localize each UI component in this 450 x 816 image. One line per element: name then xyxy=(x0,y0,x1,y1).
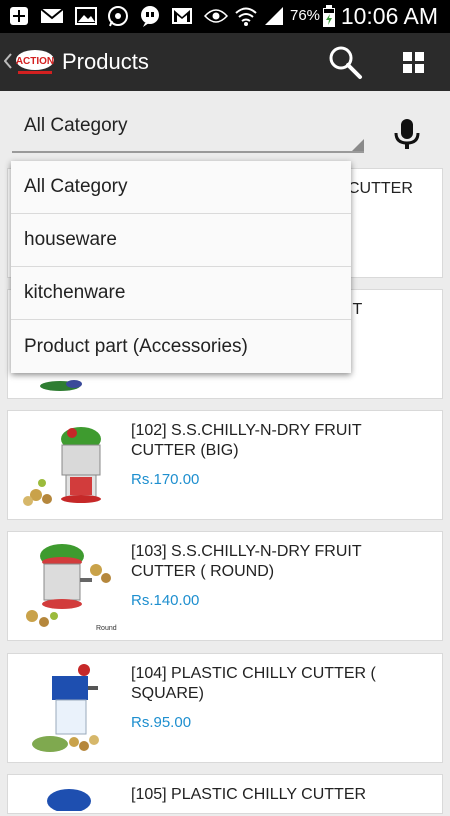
dropdown-arrow-icon xyxy=(352,139,364,151)
svg-text:ACTION: ACTION xyxy=(16,56,54,67)
chat-icon xyxy=(138,6,162,27)
mic-icon[interactable] xyxy=(390,117,424,156)
dropdown-option[interactable]: Product part (Accessories) xyxy=(11,320,351,373)
product-name: [102] S.S.CHILLY-N-DRY FRUIT CUTTER (BIG… xyxy=(131,422,362,459)
image-icon xyxy=(74,6,98,26)
product-price: Rs.170.00 xyxy=(131,471,200,488)
product-name: [103] S.S.CHILLY-N-DRY FRUIT CUTTER ( RO… xyxy=(131,543,362,580)
product-card[interactable]: [102] S.S.CHILLY-N-DRY FRUIT CUTTER (BIG… xyxy=(7,410,443,520)
product-name: [104] PLASTIC CHILLY CUTTER ( SQUARE) xyxy=(131,665,376,702)
dropdown-option[interactable]: houseware xyxy=(11,214,351,267)
svg-text:Round: Round xyxy=(96,625,117,632)
chevron-left-icon[interactable] xyxy=(3,53,12,74)
product-price: Rs.140.00 xyxy=(131,592,200,609)
product-card[interactable]: Round [103] S.S.CHILLY-N-DRY FRUIT CUTTE… xyxy=(7,531,443,641)
whatsapp-icon xyxy=(106,6,130,27)
product-image xyxy=(14,781,124,813)
category-select-value: All Category xyxy=(24,115,128,136)
product-image xyxy=(14,660,124,756)
dropdown-option[interactable]: All Category xyxy=(11,161,351,214)
product-name: CUTTER xyxy=(348,180,413,197)
product-card[interactable]: [104] PLASTIC CHILLY CUTTER ( SQUARE) Rs… xyxy=(7,653,443,763)
gmail-icon xyxy=(170,6,194,26)
search-icon[interactable] xyxy=(327,44,363,85)
category-select[interactable]: All Category xyxy=(12,107,364,153)
add-icon xyxy=(8,6,30,26)
product-image: Round xyxy=(14,538,124,634)
category-bar: All Category xyxy=(0,91,450,168)
status-bar: 76% 10:06 AM xyxy=(0,0,450,33)
battery-icon xyxy=(322,5,336,27)
category-dropdown-menu: All Category houseware kitchenware Produ… xyxy=(11,161,351,373)
wifi-icon xyxy=(234,6,258,26)
app-logo[interactable]: ACTION xyxy=(14,47,56,77)
page-title: Products xyxy=(62,49,149,74)
battery-percent: 76% xyxy=(290,7,321,24)
grid-icon[interactable] xyxy=(402,51,426,80)
eye-icon xyxy=(204,6,228,26)
product-card[interactable]: [105] PLASTIC CHILLY CUTTER xyxy=(7,774,443,814)
signal-icon xyxy=(262,6,286,26)
dropdown-option[interactable]: kitchenware xyxy=(11,267,351,320)
product-name: [105] PLASTIC CHILLY CUTTER xyxy=(131,786,367,803)
product-price: Rs.95.00 xyxy=(131,714,192,731)
product-name: IT xyxy=(348,301,363,318)
product-image xyxy=(14,417,124,513)
app-bar: ACTION Products xyxy=(0,33,450,91)
clock: 10:06 AM xyxy=(340,3,438,29)
mail-icon xyxy=(40,6,64,26)
